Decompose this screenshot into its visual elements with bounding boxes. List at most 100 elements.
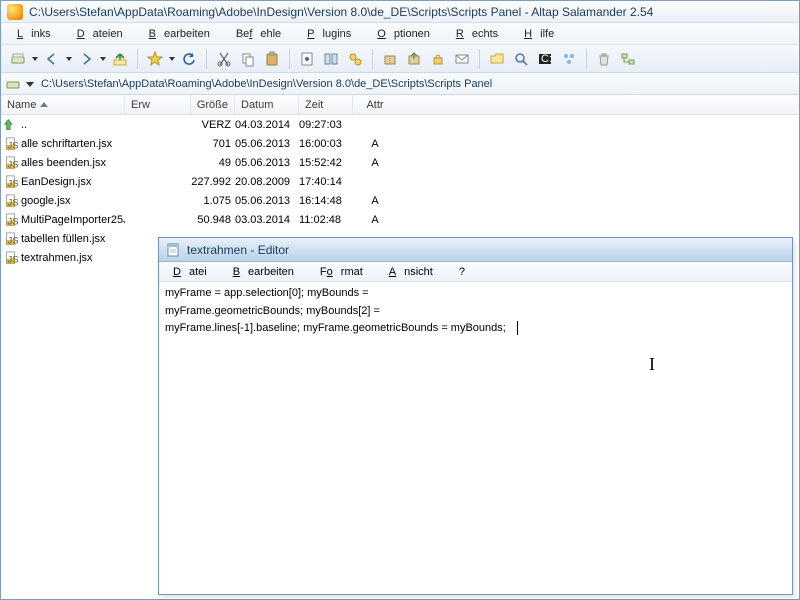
shell-button[interactable]: C:: [534, 48, 556, 70]
file-name: alle schriftarten.jsx: [21, 138, 125, 150]
editor-line: myFrame.lines[-1].baseline; myFrame.geom…: [165, 322, 506, 334]
table-row[interactable]: ..VERZ04.03.201409:27:03: [1, 115, 799, 134]
editor-menu-datei[interactable]: Datei: [165, 264, 223, 280]
column-headers: Name Erw Größe Datum Zeit Attr: [1, 95, 799, 115]
menu-optionen[interactable]: Optionen: [369, 25, 446, 43]
compare-button[interactable]: [320, 48, 342, 70]
file-time: 17:40:14: [299, 176, 353, 188]
back-button[interactable]: [41, 48, 63, 70]
file-attr: A: [353, 157, 397, 169]
back-dropdown[interactable]: [65, 56, 73, 62]
editor-title: textrahmen - Editor: [187, 243, 289, 257]
properties-button[interactable]: [296, 48, 318, 70]
svg-text:JS: JS: [8, 216, 19, 227]
editor-titlebar[interactable]: textrahmen - Editor: [159, 238, 792, 262]
bookmark-button[interactable]: [144, 48, 166, 70]
chevron-down-icon[interactable]: [25, 80, 35, 88]
file-date: 05.06.2013: [235, 157, 299, 169]
text-caret: [517, 321, 518, 335]
zip-icon[interactable]: [379, 48, 401, 70]
bookmark-dropdown[interactable]: [168, 56, 176, 62]
main-titlebar[interactable]: C:\Users\Stefan\AppData\Roaming\Adobe\In…: [1, 1, 799, 23]
drive-dropdown[interactable]: [31, 56, 39, 62]
file-name: EanDesign.jsx: [21, 176, 125, 188]
menu-hilfe[interactable]: Hilfe: [516, 25, 570, 43]
file-name: MultiPageImporter25JJB.jsx: [21, 214, 125, 226]
svg-text:C:: C:: [541, 53, 552, 65]
table-row[interactable]: JSEanDesign.jsx227.99220.08.200917:40:14: [1, 172, 799, 191]
forward-button[interactable]: [75, 48, 97, 70]
paste-button[interactable]: [261, 48, 283, 70]
table-row[interactable]: JSMultiPageImporter25JJB.jsx50.94803.03.…: [1, 210, 799, 229]
file-time: 16:14:48: [299, 195, 353, 207]
file-date: 20.08.2009: [235, 176, 299, 188]
col-time[interactable]: Zeit: [299, 95, 353, 114]
app-icon: [7, 4, 23, 20]
sharing-button[interactable]: [558, 48, 580, 70]
menu-bearbeiten[interactable]: Bearbeiten: [141, 25, 226, 43]
editor-menu-help[interactable]: ?: [451, 264, 473, 280]
file-size: VERZ: [191, 119, 235, 131]
ibeam-cursor: I: [649, 352, 655, 376]
file-time: 16:00:03: [299, 138, 353, 150]
window-title: C:\Users\Stefan\AppData\Roaming\Adobe\In…: [29, 5, 653, 19]
script-file-icon: JS: [3, 155, 19, 171]
col-name[interactable]: Name: [1, 95, 125, 114]
delete-button[interactable]: [593, 48, 615, 70]
svg-text:JS: JS: [8, 197, 19, 208]
sort-asc-icon: [40, 102, 48, 107]
table-row[interactable]: JSalles beenden.jsx4905.06.201315:52:42A: [1, 153, 799, 172]
file-size: 49: [191, 157, 235, 169]
script-file-icon: JS: [3, 174, 19, 190]
table-row[interactable]: JSgoogle.jsx1.07505.06.201316:14:48A: [1, 191, 799, 210]
notepad-icon: [165, 242, 181, 258]
menu-rechts[interactable]: Rechts: [448, 25, 514, 43]
col-ext[interactable]: Erw: [125, 95, 191, 114]
permissions-button[interactable]: [427, 48, 449, 70]
network-button[interactable]: [617, 48, 639, 70]
script-file-icon: JS: [3, 193, 19, 209]
menu-dateien[interactable]: Dateien: [69, 25, 139, 43]
filter-button[interactable]: [344, 48, 366, 70]
file-time: 11:02:48: [299, 214, 353, 226]
forward-dropdown[interactable]: [99, 56, 107, 62]
svg-text:JS: JS: [8, 140, 19, 151]
script-file-icon: JS: [3, 136, 19, 152]
col-size[interactable]: Größe: [191, 95, 235, 114]
main-toolbar: C:: [1, 45, 799, 73]
unzip-icon[interactable]: [403, 48, 425, 70]
copy-button[interactable]: [237, 48, 259, 70]
script-file-icon: JS: [3, 212, 19, 228]
menu-plugins[interactable]: Plugins: [299, 25, 367, 43]
svg-text:JS: JS: [8, 159, 19, 170]
file-date: 05.06.2013: [235, 138, 299, 150]
file-name: textrahmen.jsx: [21, 252, 125, 264]
email-button[interactable]: [451, 48, 473, 70]
editor-menu-format[interactable]: Format: [312, 264, 379, 280]
editor-window: textrahmen - Editor Datei Bearbeiten For…: [158, 237, 793, 595]
newfolder-button[interactable]: [486, 48, 508, 70]
editor-line: myFrame = app.selection[0]; myBounds =: [165, 287, 369, 299]
editor-line: myFrame.geometricBounds; myBounds[2] =: [165, 305, 380, 317]
find-button[interactable]: [510, 48, 532, 70]
menu-links[interactable]: Links: [9, 25, 67, 43]
cut-button[interactable]: [213, 48, 235, 70]
col-date[interactable]: Datum: [235, 95, 299, 114]
drive-button[interactable]: [7, 48, 29, 70]
svg-text:JS: JS: [8, 254, 19, 265]
editor-menu-ansicht[interactable]: Ansicht: [381, 264, 449, 280]
editor-menubar: Datei Bearbeiten Format Ansicht ?: [159, 262, 792, 282]
col-attr[interactable]: Attr: [353, 95, 397, 114]
table-row[interactable]: JSalle schriftarten.jsx70105.06.201316:0…: [1, 134, 799, 153]
path-bar[interactable]: C:\Users\Stefan\AppData\Roaming\Adobe\In…: [1, 73, 799, 95]
file-name: google.jsx: [21, 195, 125, 207]
up-button[interactable]: [109, 48, 131, 70]
file-name: ..: [21, 119, 125, 131]
menu-befehle[interactable]: Befehle: [228, 25, 297, 43]
up-folder-icon: [3, 117, 19, 133]
svg-text:JS: JS: [8, 235, 19, 246]
drive-icon: [5, 76, 21, 92]
editor-text-area[interactable]: myFrame = app.selection[0]; myBounds = m…: [159, 282, 792, 594]
refresh-button[interactable]: [178, 48, 200, 70]
editor-menu-bearbeiten[interactable]: Bearbeiten: [225, 264, 310, 280]
